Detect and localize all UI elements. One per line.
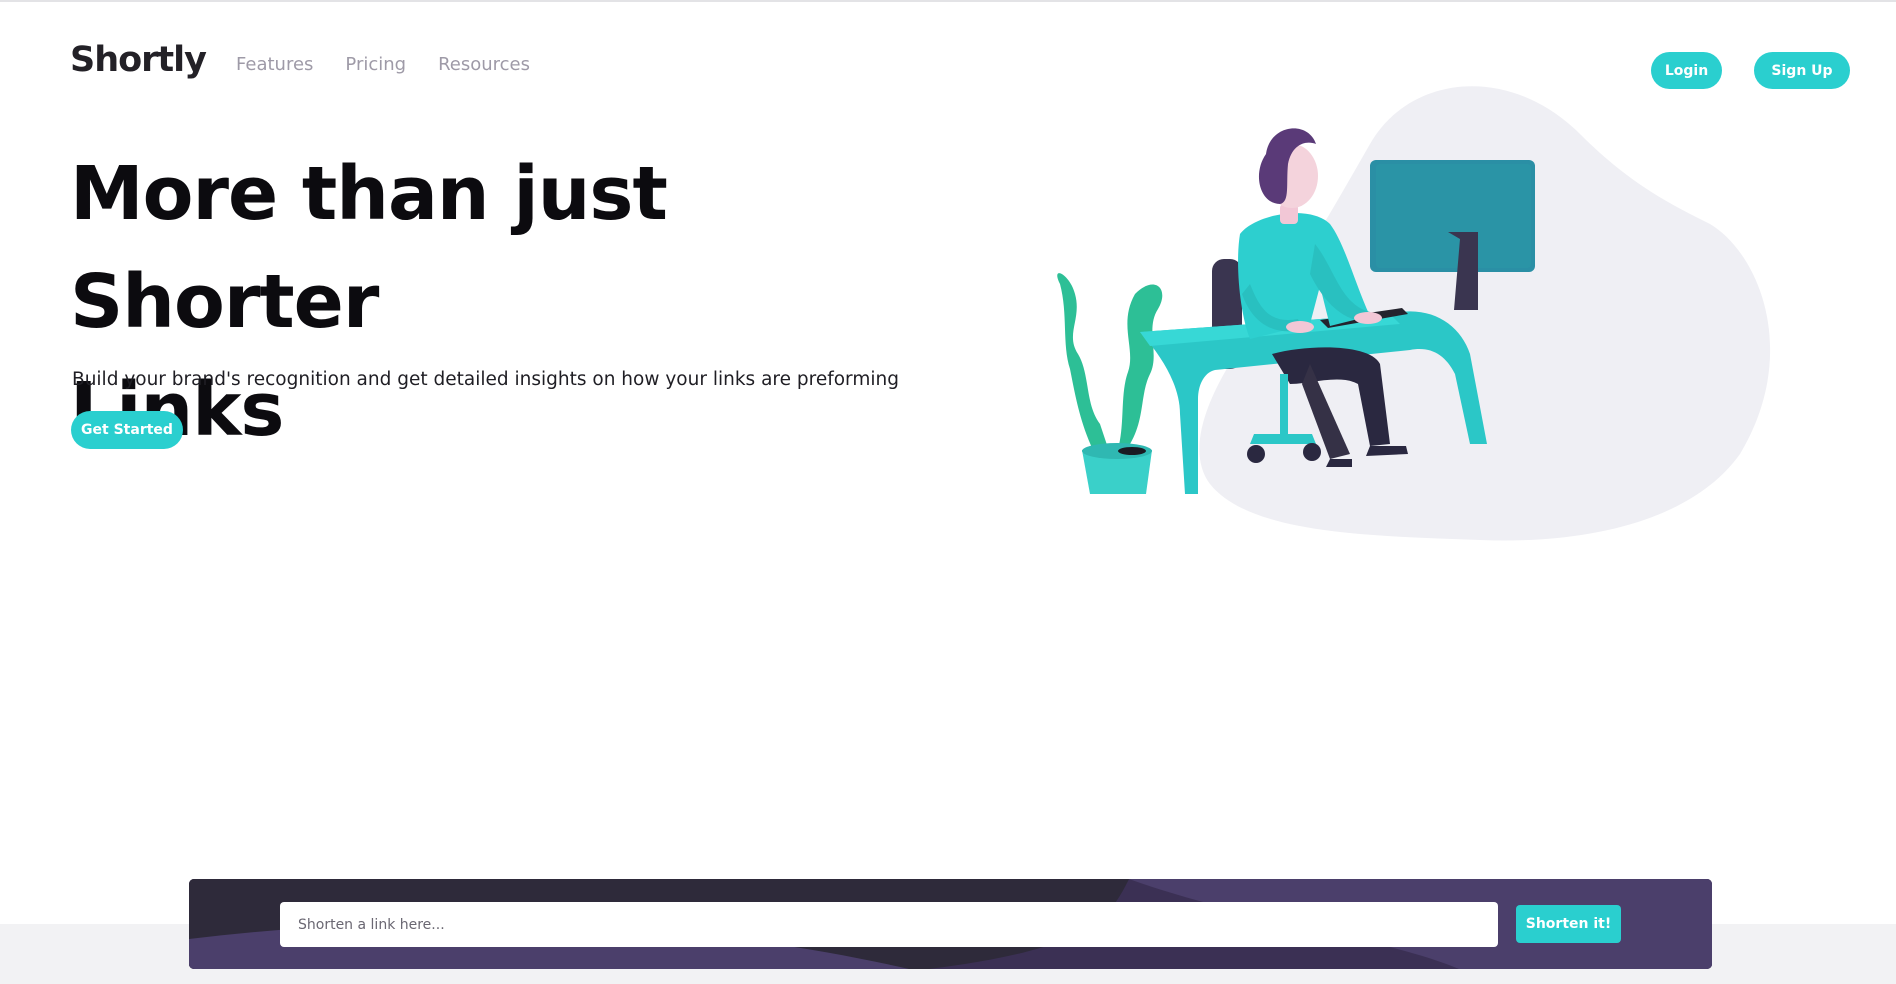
nav-link-features[interactable]: Features (236, 54, 313, 75)
person-working-illustration (1040, 54, 1800, 558)
shorten-url-input[interactable] (280, 902, 1498, 947)
hero-title: More than just Shorter Links (70, 140, 950, 464)
nav-link-resources[interactable]: Resources (438, 54, 530, 75)
hero-title-line-1: More than just Shorter (70, 151, 668, 345)
logo[interactable]: Shortly (70, 40, 207, 80)
main-nav: Features Pricing Resources (236, 54, 530, 75)
hero-subtitle: Build your brand's recognition and get d… (72, 369, 899, 390)
get-started-button[interactable]: Get Started (71, 411, 183, 449)
shorten-button[interactable]: Shorten it! (1516, 905, 1621, 943)
top-divider (0, 0, 1896, 2)
nav-link-pricing[interactable]: Pricing (345, 54, 406, 75)
shorten-form: Shorten it! (189, 879, 1712, 969)
